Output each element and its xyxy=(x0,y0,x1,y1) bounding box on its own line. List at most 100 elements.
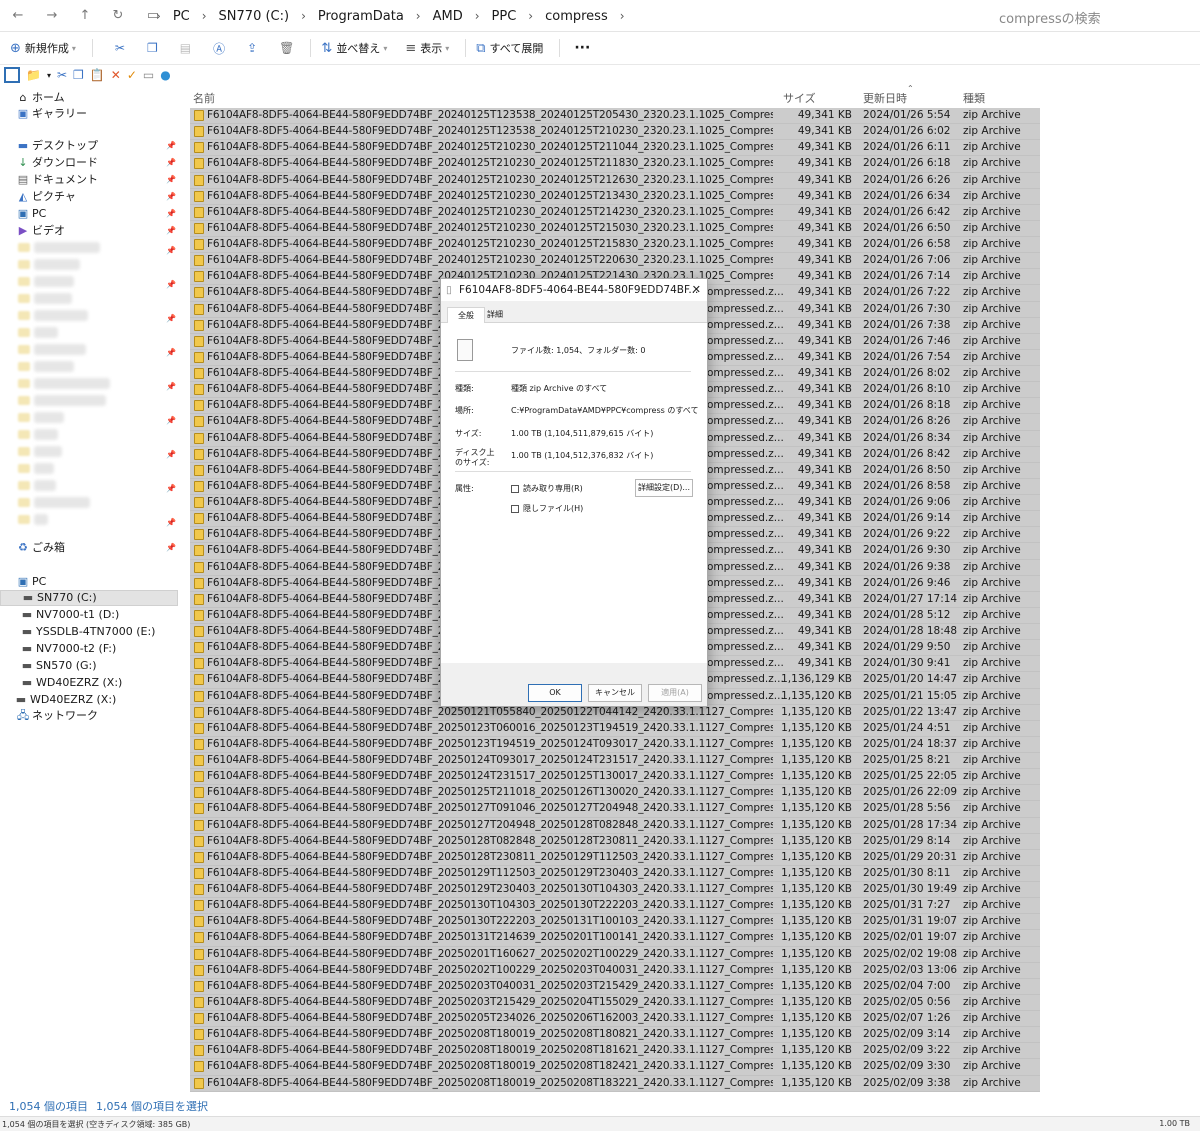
ok-button[interactable]: OK xyxy=(528,684,582,702)
table-row[interactable]: F6104AF8-8DF5-4064-BE44-580F9EDD74BF_202… xyxy=(190,785,1040,802)
table-row[interactable]: F6104AF8-8DF5-4064-BE44-580F9EDD74BF_202… xyxy=(190,865,1040,882)
table-row[interactable]: F6104AF8-8DF5-4064-BE44-580F9EDD74BF_202… xyxy=(190,753,1040,770)
nav-drive-d[interactable]: ▬ NV7000-t1 (D:) xyxy=(20,607,120,623)
table-row[interactable]: F6104AF8-8DF5-4064-BE44-580F9EDD74BF_202… xyxy=(190,124,1040,141)
close-icon[interactable]: ✕ xyxy=(692,279,701,301)
nav-network[interactable]: 🖧 ネットワーク xyxy=(16,708,98,724)
table-row[interactable]: F6104AF8-8DF5-4064-BE44-580F9EDD74BF_202… xyxy=(190,898,1040,915)
nav-downloads[interactable]: ↓ ダウンロード xyxy=(16,155,98,171)
breadcrumb-amd[interactable]: AMD xyxy=(433,9,463,24)
back-arrow-icon[interactable]: ← xyxy=(8,6,28,26)
sort-button[interactable]: ⇅ 並べ替え ▾ xyxy=(321,40,387,56)
nav-drive-g[interactable]: ▬ SN570 (G:) xyxy=(20,658,97,674)
table-row[interactable]: F6104AF8-8DF5-4064-BE44-580F9EDD74BF_202… xyxy=(190,962,1040,979)
file-name: F6104AF8-8DF5-4064-BE44-580F9EDD74BF_202… xyxy=(207,995,773,1008)
new-button[interactable]: ⊕ 新規作成 ▾ xyxy=(10,40,76,56)
nav-drive-c[interactable]: ▬ SN770 (C:) xyxy=(0,590,178,606)
table-row[interactable]: F6104AF8-8DF5-4064-BE44-580F9EDD74BF_202… xyxy=(190,914,1040,931)
table-row[interactable]: F6104AF8-8DF5-4064-BE44-580F9EDD74BF_202… xyxy=(190,704,1040,721)
nav-pc-pinned[interactable]: ▣ PC xyxy=(16,206,47,222)
column-date[interactable]: 更新日時 xyxy=(863,90,907,106)
breadcrumb-ppc[interactable]: PPC xyxy=(492,9,517,24)
checkmark-icon[interactable]: ✓ xyxy=(127,68,137,82)
table-row[interactable]: F6104AF8-8DF5-4064-BE44-580F9EDD74BF_202… xyxy=(190,994,1040,1011)
file-name-visible-tail: ompressed.z... xyxy=(707,318,784,331)
nav-pc[interactable]: ▣ PC xyxy=(16,574,47,590)
table-row[interactable]: F6104AF8-8DF5-4064-BE44-580F9EDD74BF_202… xyxy=(190,736,1040,753)
cut-icon[interactable]: ✂ xyxy=(57,68,67,82)
rename-icon[interactable]: Ⓐ xyxy=(213,40,225,57)
delete-x-icon[interactable]: ✕ xyxy=(111,68,121,82)
table-row[interactable]: F6104AF8-8DF5-4064-BE44-580F9EDD74BF_202… xyxy=(190,720,1040,737)
table-row[interactable]: F6104AF8-8DF5-4064-BE44-580F9EDD74BF_202… xyxy=(190,930,1040,947)
table-row[interactable]: F6104AF8-8DF5-4064-BE44-580F9EDD74BF_202… xyxy=(190,882,1040,899)
table-row[interactable]: F6104AF8-8DF5-4064-BE44-580F9EDD74BF_202… xyxy=(190,817,1040,834)
file-type: zip Archive xyxy=(963,689,1021,702)
breadcrumb-pc[interactable]: PC xyxy=(173,9,190,24)
breadcrumb-drive[interactable]: SN770 (C:) xyxy=(219,9,290,24)
view-button[interactable]: ≡ 表示 ▾ xyxy=(405,40,449,56)
table-row[interactable]: F6104AF8-8DF5-4064-BE44-580F9EDD74BF_202… xyxy=(190,140,1040,157)
up-arrow-icon[interactable]: ↑ xyxy=(75,6,95,26)
column-name[interactable]: 名前 xyxy=(193,90,215,106)
share-icon[interactable]: ⇪ xyxy=(247,41,257,55)
rename-icon[interactable]: ▭ xyxy=(143,68,154,82)
nav-drive-x[interactable]: ▬ WD40EZRZ (X:) xyxy=(20,675,123,691)
chat-bubble-icon[interactable]: ● xyxy=(160,68,170,82)
hidden-checkbox[interactable]: 隠しファイル(H) xyxy=(511,503,583,514)
cancel-button[interactable]: キャンセル xyxy=(588,684,642,702)
nav-drive-f[interactable]: ▬ NV7000-t2 (F:) xyxy=(20,641,117,657)
folder-icon[interactable]: 📁 xyxy=(26,68,41,82)
nav-documents[interactable]: ▤ ドキュメント xyxy=(16,172,98,188)
more-options-button[interactable]: ··· xyxy=(574,40,590,56)
nav-home[interactable]: ⌂ ホーム xyxy=(16,90,65,106)
search-input[interactable]: compressの検索 xyxy=(985,4,1195,28)
copy-icon[interactable]: ❐ xyxy=(73,68,84,82)
table-row[interactable]: F6104AF8-8DF5-4064-BE44-580F9EDD74BF_202… xyxy=(190,833,1040,850)
table-row[interactable]: F6104AF8-8DF5-4064-BE44-580F9EDD74BF_202… xyxy=(190,220,1040,237)
table-row[interactable]: F6104AF8-8DF5-4064-BE44-580F9EDD74BF_202… xyxy=(190,253,1040,270)
pane-toggle-icon[interactable] xyxy=(4,67,20,83)
apply-button[interactable]: 適用(A) xyxy=(648,684,702,702)
table-row[interactable]: F6104AF8-8DF5-4064-BE44-580F9EDD74BF_202… xyxy=(190,188,1040,205)
refresh-icon[interactable]: ↻ xyxy=(108,6,128,26)
delete-icon[interactable]: 🗑 xyxy=(279,41,294,55)
table-row[interactable]: F6104AF8-8DF5-4064-BE44-580F9EDD74BF_202… xyxy=(190,849,1040,866)
table-row[interactable]: F6104AF8-8DF5-4064-BE44-580F9EDD74BF_202… xyxy=(190,156,1040,173)
nav-gallery[interactable]: ▣ ギャラリー xyxy=(16,106,87,122)
table-row[interactable]: F6104AF8-8DF5-4064-BE44-580F9EDD74BF_202… xyxy=(190,1027,1040,1044)
table-row[interactable]: F6104AF8-8DF5-4064-BE44-580F9EDD74BF_202… xyxy=(190,172,1040,189)
table-row[interactable]: F6104AF8-8DF5-4064-BE44-580F9EDD74BF_202… xyxy=(190,237,1040,254)
table-row[interactable]: F6104AF8-8DF5-4064-BE44-580F9EDD74BF_202… xyxy=(190,769,1040,786)
table-row[interactable]: F6104AF8-8DF5-4064-BE44-580F9EDD74BF_202… xyxy=(190,978,1040,995)
nav-drive-x2[interactable]: ▬ WD40EZRZ (X:) xyxy=(14,692,117,708)
breadcrumb-compress[interactable]: compress xyxy=(545,9,608,24)
expand-all-button[interactable]: ⧉ すべて展開 xyxy=(476,40,543,56)
nav-trash[interactable]: ♻ ごみ箱 xyxy=(16,540,65,556)
table-row[interactable]: F6104AF8-8DF5-4064-BE44-580F9EDD74BF_202… xyxy=(190,204,1040,221)
tab-details[interactable]: 詳細 xyxy=(477,307,513,323)
table-row[interactable]: F6104AF8-8DF5-4064-BE44-580F9EDD74BF_202… xyxy=(190,946,1040,963)
nav-videos[interactable]: ▶ ビデオ xyxy=(16,223,65,239)
table-row[interactable]: F6104AF8-8DF5-4064-BE44-580F9EDD74BF_202… xyxy=(190,108,1040,125)
breadcrumb-programdata[interactable]: ProgramData xyxy=(318,9,404,24)
forward-arrow-icon[interactable]: → xyxy=(42,6,62,26)
nav-pictures[interactable]: ◭ ピクチャ xyxy=(16,189,76,205)
nav-drive-e[interactable]: ▬ YSSDLB-4TN7000 (E:) xyxy=(20,624,156,640)
paste-icon[interactable]: ▤ xyxy=(180,41,191,55)
cut-icon[interactable]: ✂ xyxy=(115,41,125,55)
chevron-down-icon[interactable]: ▾ xyxy=(47,71,51,80)
table-row[interactable]: F6104AF8-8DF5-4064-BE44-580F9EDD74BF_202… xyxy=(190,1043,1040,1060)
copy-icon[interactable]: ❐ xyxy=(147,41,158,55)
table-row[interactable]: F6104AF8-8DF5-4064-BE44-580F9EDD74BF_202… xyxy=(190,1011,1040,1028)
column-size[interactable]: サイズ xyxy=(783,90,816,106)
table-row[interactable]: F6104AF8-8DF5-4064-BE44-580F9EDD74BF_202… xyxy=(190,1075,1040,1092)
clipboard-icon[interactable]: 📋 xyxy=(90,68,105,82)
column-type[interactable]: 種類 xyxy=(963,90,985,106)
readonly-checkbox[interactable]: 読み取り専用(R) xyxy=(511,483,583,494)
table-row[interactable]: F6104AF8-8DF5-4064-BE44-580F9EDD74BF_202… xyxy=(190,1059,1040,1076)
advanced-button[interactable]: 詳細設定(D)... xyxy=(635,479,693,497)
nav-desktop[interactable]: ▬ デスクトップ xyxy=(16,138,98,154)
table-row[interactable]: F6104AF8-8DF5-4064-BE44-580F9EDD74BF_202… xyxy=(190,801,1040,818)
chevron-right-icon[interactable]: › xyxy=(620,9,625,23)
